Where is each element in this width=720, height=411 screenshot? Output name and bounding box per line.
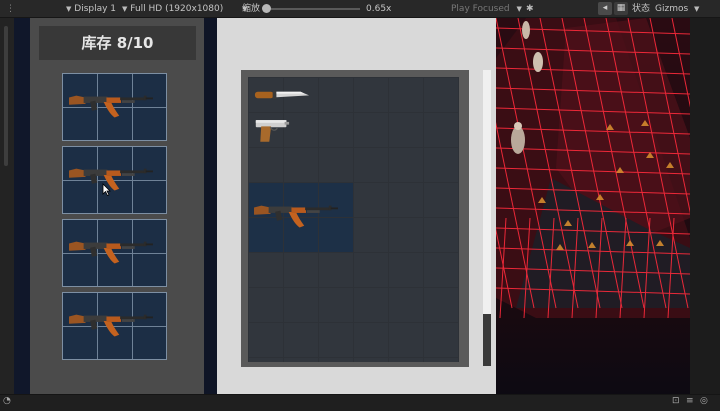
storage-cell[interactable] <box>284 288 318 322</box>
storage-cell[interactable] <box>389 218 423 252</box>
storage-cell[interactable] <box>249 358 283 362</box>
storage-cell[interactable] <box>424 113 458 147</box>
storage-cell[interactable] <box>354 113 388 147</box>
storage-cell[interactable] <box>354 358 388 362</box>
storage-panel <box>217 18 496 394</box>
mouse-cursor-icon <box>102 183 111 196</box>
keyboard-shortcuts-button[interactable]: ▦ <box>614 2 628 15</box>
storage-cell[interactable] <box>284 148 318 182</box>
game-view-edge <box>14 18 30 394</box>
storage-cell[interactable] <box>284 323 318 357</box>
inventory-item-list[interactable] <box>62 73 167 367</box>
chevron-down-icon: ▼ <box>66 5 72 13</box>
storage-cell[interactable] <box>424 183 458 217</box>
scale-slider[interactable] <box>265 8 360 10</box>
scene-3d-view[interactable] <box>496 18 690 394</box>
audio-mute-button[interactable]: ◂ <box>598 2 612 15</box>
rifle-icon <box>254 202 338 233</box>
storage-scrollbar-thumb[interactable] <box>483 314 491 366</box>
storage-cell[interactable] <box>319 288 353 322</box>
inventory-title: 库存 8/10 <box>39 26 196 60</box>
storage-cell[interactable] <box>249 288 283 322</box>
storage-cell[interactable] <box>319 358 353 362</box>
resolution-dropdown[interactable]: ▼ Full HD (1920x1080) ▼ <box>122 0 248 18</box>
rifle-icon <box>69 165 153 196</box>
storage-cell[interactable] <box>424 323 458 357</box>
scale-label: 缩放 <box>242 4 261 14</box>
game-view-toolbar: ⋮ ▼ Display 1 ▼ Full HD (1920x1080) ▼ 缩放… <box>0 0 720 18</box>
storage-cell[interactable] <box>319 78 353 112</box>
storage-cell[interactable] <box>389 113 423 147</box>
pistol-icon <box>254 117 290 143</box>
scale-slider-handle[interactable] <box>262 4 271 13</box>
storage-cell[interactable] <box>284 358 318 362</box>
storage-cell[interactable] <box>249 323 283 357</box>
storage-cell[interactable] <box>284 253 318 287</box>
storage-grid[interactable] <box>248 77 459 362</box>
storage-cell[interactable] <box>354 253 388 287</box>
storage-grid-frame <box>241 70 469 367</box>
storage-cell[interactable] <box>249 253 283 287</box>
unity-editor-window: ⋮ ▼ Display 1 ▼ Full HD (1920x1080) ▼ 缩放… <box>0 0 720 411</box>
neon-grid-scene <box>496 18 690 394</box>
storage-cell[interactable] <box>389 148 423 182</box>
scale-value: 0.65x <box>366 4 392 14</box>
storage-cell[interactable] <box>389 358 423 362</box>
storage-cell[interactable] <box>424 218 458 252</box>
storage-cell[interactable] <box>389 78 423 112</box>
layers-icon[interactable]: ≡ <box>686 396 694 406</box>
storage-cell[interactable] <box>319 148 353 182</box>
storage-scrollbar[interactable] <box>483 70 491 366</box>
rifle-icon <box>69 311 153 342</box>
game-view: 库存 8/10 <box>14 18 690 394</box>
panel-gap <box>204 18 217 394</box>
notifications-icon[interactable]: ◎ <box>700 396 708 406</box>
rifle-icon <box>69 238 153 269</box>
chevron-down-icon: ▼ <box>694 5 700 13</box>
inventory-slot[interactable] <box>62 73 167 141</box>
storage-cell[interactable] <box>354 323 388 357</box>
left-editor-strip <box>0 18 14 394</box>
storage-cell[interactable] <box>424 358 458 362</box>
keyboard-icon: ▦ <box>616 3 626 13</box>
storage-cell[interactable] <box>424 288 458 322</box>
chevron-down-icon: ▼ <box>122 5 128 13</box>
bug-icon[interactable]: ✱ <box>526 0 534 18</box>
editor-status-bar: ◔ ⊡ ≡ ◎ <box>0 394 720 411</box>
inventory-slot[interactable] <box>62 292 167 360</box>
display-dropdown[interactable]: ▼ Display 1 <box>66 0 116 18</box>
knife-icon <box>254 87 310 102</box>
chevron-down-icon: ▼ <box>516 5 522 13</box>
lock-icon[interactable]: ⊡ <box>672 396 680 406</box>
storage-cell[interactable] <box>354 148 388 182</box>
console-icon[interactable]: ◔ <box>3 396 11 406</box>
storage-cell[interactable] <box>354 288 388 322</box>
storage-cell[interactable] <box>354 218 388 252</box>
storage-cell[interactable] <box>319 113 353 147</box>
storage-cell[interactable] <box>389 288 423 322</box>
left-scrollbar[interactable] <box>4 26 8 166</box>
storage-cell[interactable] <box>319 323 353 357</box>
storage-cell[interactable] <box>424 78 458 112</box>
storage-cell[interactable] <box>249 148 283 182</box>
speaker-icon: ◂ <box>602 3 608 13</box>
storage-cell[interactable] <box>389 323 423 357</box>
gizmos-dropdown[interactable]: Gizmos ▼ <box>655 0 699 18</box>
inventory-slot[interactable] <box>62 146 167 214</box>
inventory-slot[interactable] <box>62 219 167 287</box>
storage-cell[interactable] <box>389 253 423 287</box>
inventory-panel: 库存 8/10 <box>30 18 213 394</box>
storage-cell[interactable] <box>319 253 353 287</box>
storage-cell[interactable] <box>424 253 458 287</box>
overflow-menu-icon[interactable]: ⋮ <box>6 0 15 18</box>
storage-cell[interactable] <box>354 183 388 217</box>
storage-cell[interactable] <box>424 148 458 182</box>
storage-cell[interactable] <box>389 183 423 217</box>
right-editor-strip <box>690 18 720 394</box>
rifle-icon <box>69 92 153 123</box>
play-mode-dropdown[interactable]: Play Focused ▼ <box>451 0 522 18</box>
stats-toggle[interactable]: 状态 <box>632 0 650 18</box>
storage-cell[interactable] <box>354 78 388 112</box>
